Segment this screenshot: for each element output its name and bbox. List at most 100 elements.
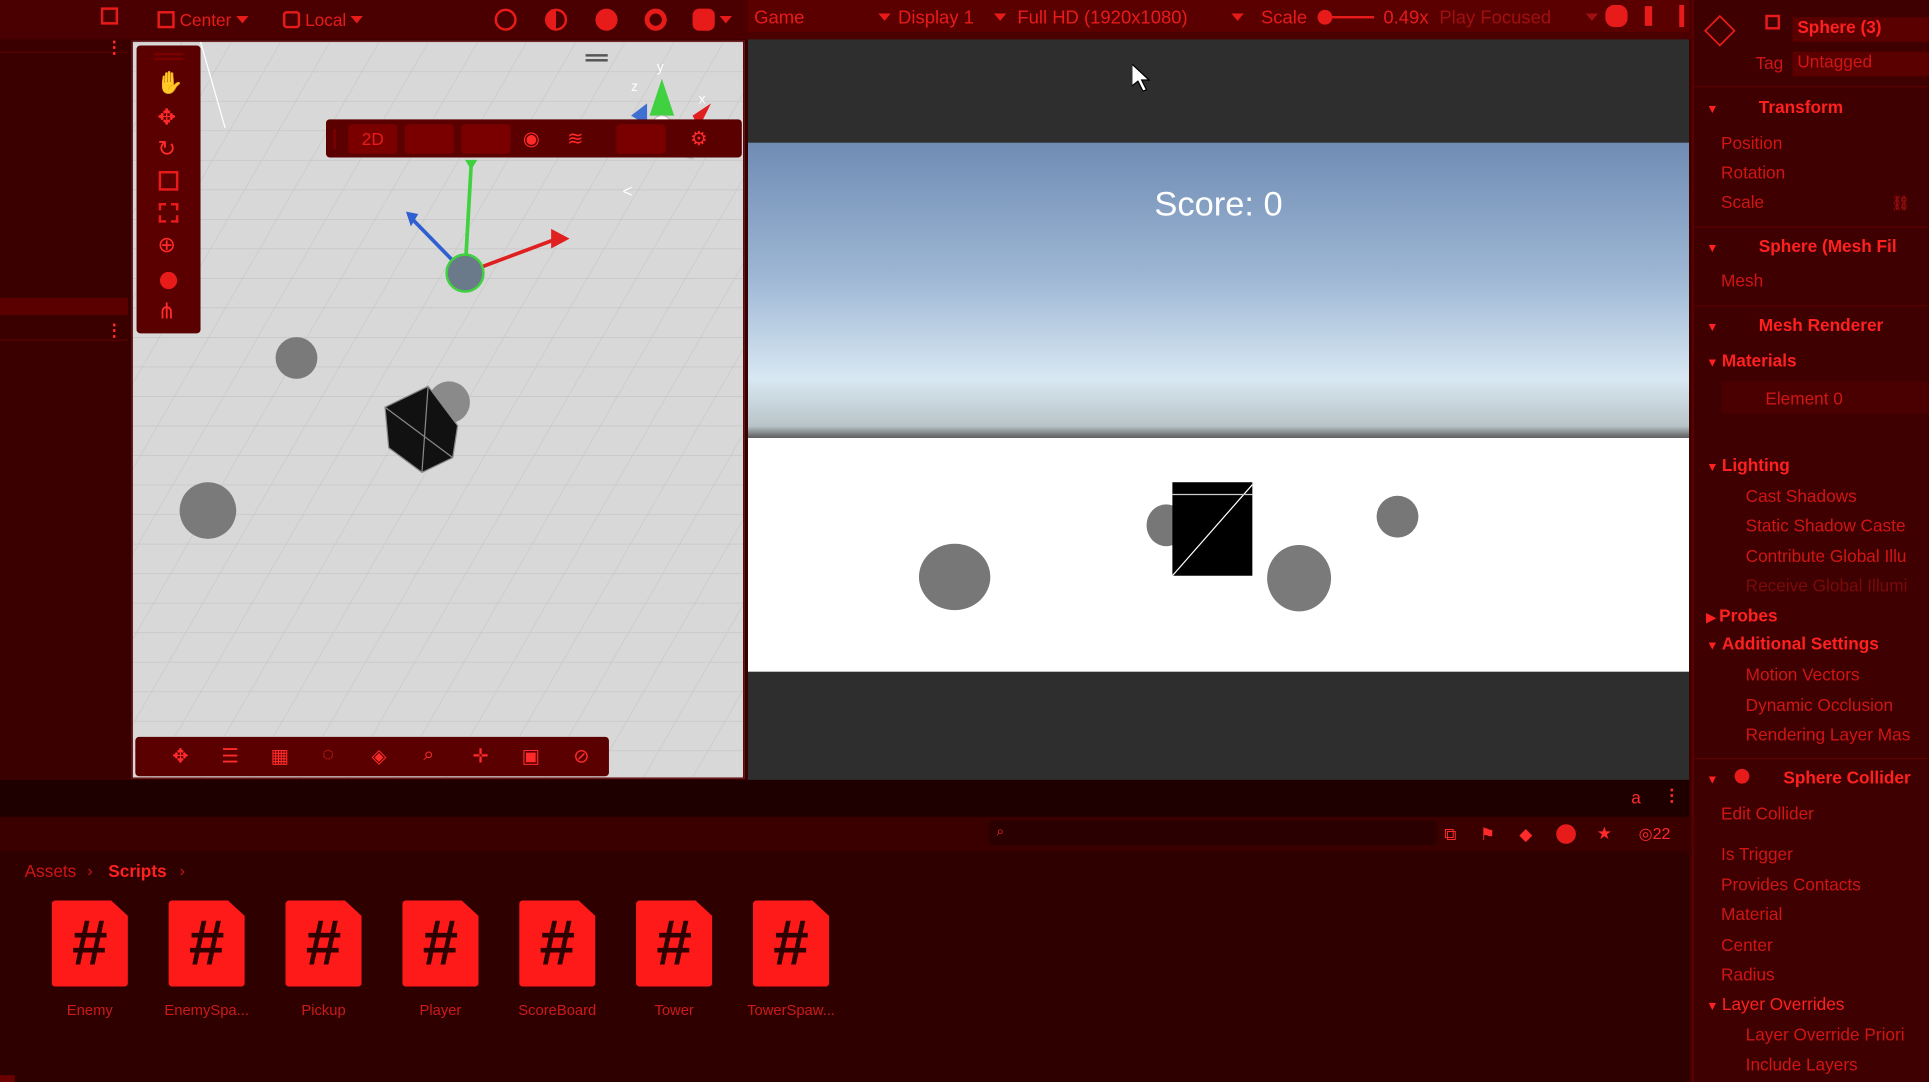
- selected-row[interactable]: [0, 297, 128, 315]
- breadcrumb: Assets › Scripts ›: [0, 851, 1689, 888]
- bug-icon[interactable]: [1605, 4, 1628, 28]
- lighting-foldout[interactable]: ▼ Lighting: [1706, 455, 1929, 485]
- play-mode-label: Play Focused: [1439, 6, 1552, 28]
- additional-settings-foldout[interactable]: ▼ Additional Settings: [1706, 634, 1929, 664]
- more-icon[interactable]: ⋮: [106, 37, 123, 58]
- stack-icon[interactable]: ◈: [372, 744, 387, 769]
- grid-snap-button[interactable]: [494, 5, 517, 35]
- asset-item[interactable]: # Pickup: [274, 900, 372, 1019]
- lighting-toggle-button[interactable]: [404, 124, 454, 154]
- link-icon[interactable]: ⛓: [1891, 194, 1910, 211]
- fx-toggle-button[interactable]: [461, 124, 511, 154]
- pivot-icon[interactable]: ✛: [472, 744, 488, 769]
- svg-text:<: <: [622, 181, 632, 201]
- info-icon[interactable]: [1556, 824, 1576, 844]
- transform-tool-icon[interactable]: ⊕: [157, 233, 176, 259]
- space-dropdown[interactable]: Local: [282, 5, 364, 35]
- active-checkbox[interactable]: [1765, 14, 1781, 30]
- layer-overrides-foldout[interactable]: ▼ Layer Overrides: [1706, 994, 1929, 1024]
- pivot-dropdown[interactable]: Center: [157, 5, 249, 35]
- sphere-tool-icon[interactable]: [159, 271, 178, 290]
- scale-control[interactable]: Scale 0.49x: [1261, 2, 1429, 32]
- compass-icon[interactable]: ⊘: [573, 744, 589, 769]
- toggle-2d-button[interactable]: 2D: [348, 124, 398, 154]
- asset-item[interactable]: # ScoreBoard: [508, 900, 606, 1019]
- scale-tool-icon[interactable]: [158, 170, 179, 191]
- asset-item[interactable]: # Enemy: [41, 900, 139, 1019]
- rect-tool-icon[interactable]: [158, 202, 179, 223]
- render-mode-button[interactable]: [616, 124, 666, 154]
- breadcrumb-scripts[interactable]: Scripts: [108, 861, 166, 881]
- object-name-field[interactable]: Sphere (3): [1792, 17, 1929, 42]
- more-icon[interactable]: [1679, 4, 1685, 28]
- view-dropdown[interactable]: Game: [754, 2, 891, 32]
- csharp-script-icon: #: [51, 900, 128, 987]
- more-icon[interactable]: ⋮: [1663, 785, 1680, 806]
- orbit-icon[interactable]: ◌: [322, 744, 334, 766]
- move-tool-icon[interactable]: ✥: [157, 105, 176, 131]
- search-by-type-icon[interactable]: ⧉: [1444, 824, 1456, 845]
- asset-item[interactable]: # Player: [391, 900, 489, 1019]
- maximize-icon[interactable]: [100, 7, 119, 25]
- audio-icon[interactable]: [1644, 6, 1665, 26]
- search-input[interactable]: [989, 820, 1437, 846]
- rotate-tool-icon[interactable]: ↻: [157, 137, 176, 163]
- tag-icon[interactable]: ◆: [1519, 824, 1532, 845]
- chevron-down-icon: [1585, 13, 1598, 21]
- eye-icon: ◎: [1638, 824, 1653, 843]
- materials-foldout[interactable]: ▼ Materials: [1706, 351, 1929, 381]
- gizmo-axis-label: z: [631, 79, 638, 94]
- move-icon[interactable]: ✥: [172, 744, 188, 769]
- display-label: Display 1: [898, 6, 974, 28]
- rendering-layer-label: Rendering Layer Mas: [1745, 724, 1911, 745]
- shading-button[interactable]: [544, 5, 568, 35]
- game-view[interactable]: Score: 0: [747, 39, 1690, 780]
- custom-tool-icon[interactable]: ⋔: [157, 299, 176, 325]
- asset-item[interactable]: # Tower: [625, 900, 723, 1019]
- dynamic-occlusion-label: Dynamic Occlusion: [1745, 695, 1894, 715]
- sphere-collider-header[interactable]: ▼ Sphere Collider: [1706, 768, 1929, 798]
- gizmo-button[interactable]: [692, 5, 732, 35]
- layers-icon[interactable]: ≋: [567, 127, 583, 152]
- slider-thumb[interactable]: [1316, 9, 1332, 25]
- favorite-icon[interactable]: ★: [1597, 823, 1612, 844]
- sphere[interactable]: [179, 482, 237, 539]
- visibility-icon[interactable]: ◉: [523, 127, 540, 152]
- csharp-script-icon: #: [285, 900, 362, 987]
- collider-icon: [1734, 768, 1749, 784]
- divider: [1693, 226, 1929, 228]
- gizmos-icon[interactable]: ⚙: [690, 127, 708, 152]
- mesh-label: Mesh: [1721, 270, 1764, 291]
- align-icon[interactable]: ☰: [221, 744, 239, 769]
- motion-vectors-label: Motion Vectors: [1745, 664, 1860, 684]
- play-mode-dropdown[interactable]: Play Focused: [1439, 2, 1598, 32]
- csharp-script-icon: #: [168, 900, 245, 987]
- grid-icon[interactable]: ▦: [271, 744, 290, 769]
- divider: [1693, 86, 1929, 88]
- camera-icon[interactable]: ▣: [522, 744, 541, 769]
- filter-label-icon[interactable]: ⚑: [1480, 824, 1495, 845]
- element0-label: Element 0: [1765, 388, 1843, 409]
- breadcrumb-assets[interactable]: Assets: [25, 861, 77, 881]
- mesh-renderer-header[interactable]: ▼ Mesh Renderer: [1706, 315, 1929, 345]
- display-dropdown[interactable]: Display 1: [898, 2, 1006, 32]
- scale-slider[interactable]: [1316, 9, 1374, 25]
- lighting-button[interactable]: [644, 5, 667, 35]
- cube-icon: [282, 11, 301, 29]
- lock-icon[interactable]: a: [1631, 787, 1641, 807]
- additional-label: Additional Settings: [1721, 633, 1879, 654]
- more-icon[interactable]: ⋮: [106, 320, 123, 341]
- hidden-count[interactable]: ◎22: [1639, 824, 1671, 844]
- record-button[interactable]: [595, 5, 618, 35]
- mesh-filter-header[interactable]: ▼ Sphere (Mesh Fil: [1706, 236, 1929, 266]
- asset-item[interactable]: # EnemySpa...: [157, 900, 255, 1019]
- resolution-dropdown[interactable]: Full HD (1920x1080): [1017, 2, 1245, 32]
- hand-tool-icon[interactable]: ✋: [156, 70, 184, 96]
- transform-header[interactable]: ▼ Transform: [1706, 97, 1929, 127]
- probes-foldout[interactable]: ▶ Probes: [1706, 605, 1929, 635]
- tag-dropdown[interactable]: Untagged: [1792, 51, 1929, 77]
- scene-view[interactable]: y z x < ✋ ✥ ↻ ⊕ ⋔ 2D ◉ ≋ ⚙ ✥ ☰ ▦ ◌ ◈ ⌕ ✛…: [131, 40, 745, 779]
- search-icon[interactable]: ⌕: [423, 744, 434, 766]
- asset-item[interactable]: # TowerSpaw...: [742, 900, 840, 1019]
- sphere[interactable]: [275, 337, 318, 379]
